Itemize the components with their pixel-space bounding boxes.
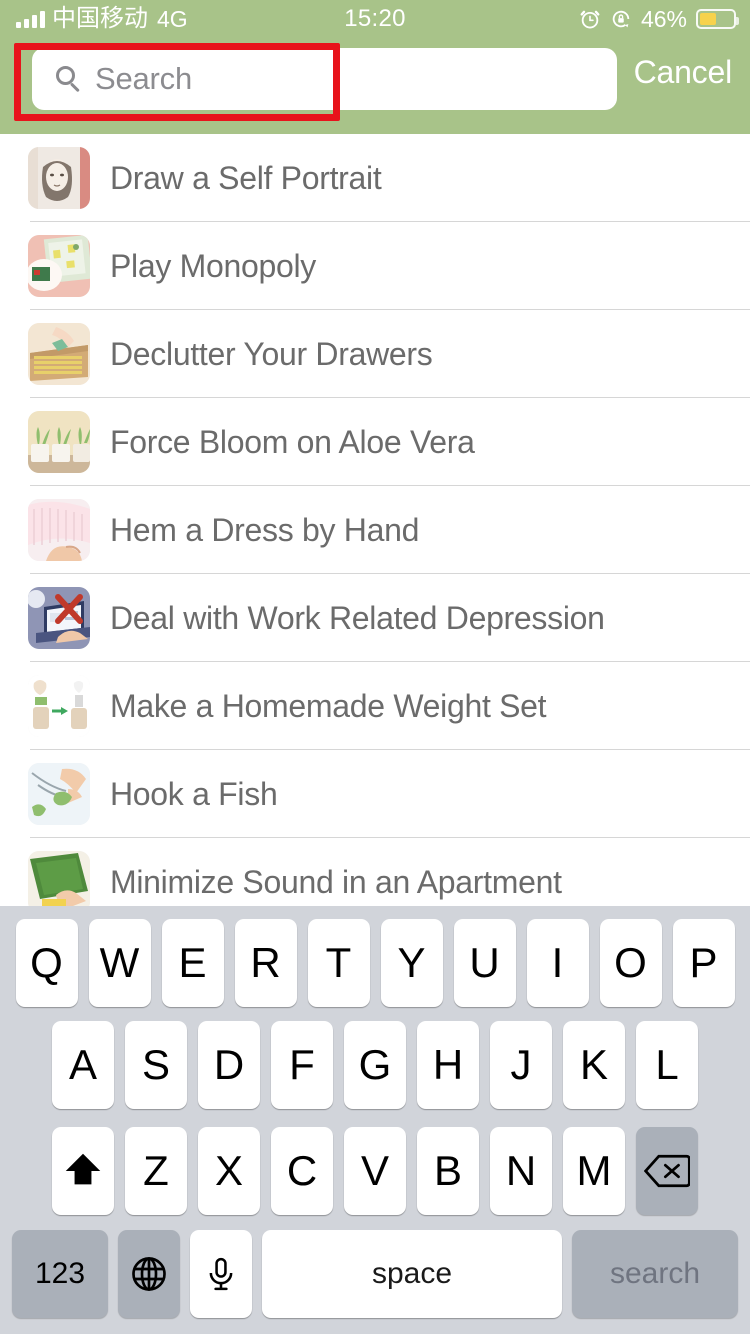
globe-icon xyxy=(129,1254,169,1294)
keyboard-row-1: Q W E R T Y U I O P xyxy=(0,906,750,1012)
search-icon xyxy=(56,66,82,93)
search-suggestion-list[interactable]: Draw a Self Portrait Play Monopoly Declu… xyxy=(0,134,750,906)
key-w[interactable]: W xyxy=(88,919,151,1007)
backspace-icon xyxy=(644,1153,690,1189)
list-item[interactable]: Draw a Self Portrait xyxy=(0,134,750,222)
homemade-weights-thumbnail xyxy=(28,675,90,737)
keyboard-row-2: A S D F G H J K L xyxy=(0,1012,750,1118)
list-item[interactable]: Make a Homemade Weight Set xyxy=(0,662,750,750)
key-h[interactable]: H xyxy=(417,1021,479,1109)
list-item-label: Hem a Dress by Hand xyxy=(110,511,420,548)
dictation-key[interactable] xyxy=(190,1230,252,1318)
search-header: 中国移动 4G 15:20 46% Search Cancel xyxy=(0,0,750,134)
battery-icon xyxy=(696,9,739,29)
search-bar-row: Search Cancel xyxy=(0,48,750,114)
on-screen-keyboard[interactable]: Q W E R T Y U I O P A S D F G H J K L Z … xyxy=(0,906,750,1334)
globe-key[interactable] xyxy=(118,1230,180,1318)
list-item-label: Force Bloom on Aloe Vera xyxy=(110,423,475,460)
key-s[interactable]: S xyxy=(125,1021,187,1109)
key-g[interactable]: G xyxy=(344,1021,406,1109)
fishing-hook-thumbnail xyxy=(28,763,90,825)
numbers-key[interactable]: 123 xyxy=(12,1230,108,1318)
key-j[interactable]: J xyxy=(490,1021,552,1109)
battery-percent-label: 46% xyxy=(640,5,687,32)
list-item-label: Make a Homemade Weight Set xyxy=(110,687,547,724)
alarm-clock-icon xyxy=(579,8,601,30)
key-x[interactable]: X xyxy=(198,1127,260,1215)
rotation-lock-icon xyxy=(610,8,632,30)
key-t[interactable]: T xyxy=(307,919,370,1007)
list-item[interactable]: Force Bloom on Aloe Vera xyxy=(0,398,750,486)
keyboard-row-4: 123 space search xyxy=(0,1224,750,1324)
key-f[interactable]: F xyxy=(271,1021,333,1109)
status-bar-right: 46% xyxy=(579,0,739,38)
key-a[interactable]: A xyxy=(52,1021,114,1109)
key-m[interactable]: M xyxy=(563,1127,625,1215)
laptop-red-x-thumbnail xyxy=(28,587,90,649)
list-item[interactable]: Hook a Fish xyxy=(0,750,750,838)
shift-icon xyxy=(60,1148,106,1194)
list-item[interactable]: Declutter Your Drawers xyxy=(0,310,750,398)
list-item-label: Deal with Work Related Depression xyxy=(110,599,605,636)
key-k[interactable]: K xyxy=(563,1021,625,1109)
key-p[interactable]: P xyxy=(672,919,735,1007)
key-e[interactable]: E xyxy=(161,919,224,1007)
list-item[interactable]: Play Monopoly xyxy=(0,222,750,310)
key-z[interactable]: Z xyxy=(125,1127,187,1215)
list-item-label: Hook a Fish xyxy=(110,775,278,812)
list-item[interactable]: Minimize Sound in an Apartment xyxy=(0,838,750,906)
search-input[interactable]: Search xyxy=(32,48,617,110)
list-item-label: Declutter Your Drawers xyxy=(110,335,433,372)
key-q[interactable]: Q xyxy=(15,919,78,1007)
phone-screen: 中国移动 4G 15:20 46% Search Cancel Draw a S… xyxy=(0,0,750,1334)
hand-sewing-dress-thumbnail xyxy=(28,499,90,561)
key-i[interactable]: I xyxy=(526,919,589,1007)
shift-key[interactable] xyxy=(52,1127,114,1215)
key-b[interactable]: B xyxy=(417,1127,479,1215)
drawer-organizing-thumbnail xyxy=(28,323,90,385)
backspace-key[interactable] xyxy=(636,1127,698,1215)
key-n[interactable]: N xyxy=(490,1127,552,1215)
search-return-key[interactable]: search xyxy=(572,1230,738,1318)
self-portrait-sketch-thumbnail xyxy=(28,147,90,209)
microphone-icon xyxy=(202,1255,240,1293)
list-item[interactable]: Hem a Dress by Hand xyxy=(0,486,750,574)
list-item-label: Minimize Sound in an Apartment xyxy=(110,863,562,900)
key-c[interactable]: C xyxy=(271,1127,333,1215)
soundproof-panel-thumbnail xyxy=(28,851,90,906)
cancel-button[interactable]: Cancel xyxy=(634,54,733,91)
status-bar: 中国移动 4G 15:20 46% xyxy=(0,0,750,38)
potted-aloe-plants-thumbnail xyxy=(28,411,90,473)
key-v[interactable]: V xyxy=(344,1127,406,1215)
clock-label: 15:20 xyxy=(344,5,406,32)
key-o[interactable]: O xyxy=(599,919,662,1007)
monopoly-board-thumbnail xyxy=(28,235,90,297)
key-d[interactable]: D xyxy=(198,1021,260,1109)
key-r[interactable]: R xyxy=(234,919,297,1007)
keyboard-row-3: Z X C V B N M xyxy=(0,1118,750,1224)
key-l[interactable]: L xyxy=(636,1021,698,1109)
list-item[interactable]: Deal with Work Related Depression xyxy=(0,574,750,662)
list-item-label: Play Monopoly xyxy=(110,247,316,284)
list-item-label: Draw a Self Portrait xyxy=(110,159,382,196)
key-u[interactable]: U xyxy=(453,919,516,1007)
key-y[interactable]: Y xyxy=(380,919,443,1007)
space-key[interactable]: space xyxy=(262,1230,562,1318)
search-placeholder: Search xyxy=(95,61,193,96)
